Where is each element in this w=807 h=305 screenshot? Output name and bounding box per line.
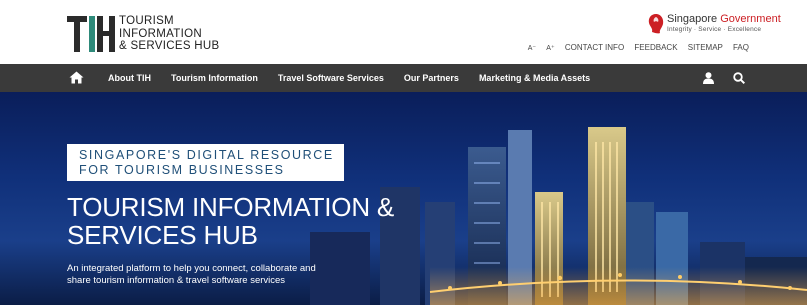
main-nav: About TIH Tourism Information Travel Sof…: [0, 64, 807, 92]
logo-line-3: & SERVICES HUB: [119, 40, 220, 52]
hero-description-line-1: An integrated platform to help you conne…: [67, 263, 316, 274]
font-size-decrease-button[interactable]: A⁻: [528, 45, 536, 52]
gov-text: Singapore Government Integrity · Service…: [667, 13, 781, 34]
nav-item-tourism-information[interactable]: Tourism Information: [161, 64, 268, 92]
home-icon[interactable]: [69, 71, 84, 84]
feedback-link[interactable]: FEEDBACK: [634, 43, 677, 52]
nav-item-marketing-media-assets[interactable]: Marketing & Media Assets: [469, 64, 600, 92]
logo-line-1: TOURISM: [119, 15, 174, 27]
faq-link[interactable]: FAQ: [733, 43, 749, 52]
gov-title: Singapore Government: [667, 13, 781, 25]
font-size-increase-button[interactable]: A⁺: [546, 45, 554, 52]
nav-item-about-tih[interactable]: About TIH: [98, 64, 161, 92]
hero-badge: SINGAPORE'S DIGITAL RESOURCE FOR TOURISM…: [67, 144, 344, 181]
hero-badge-line-1: SINGAPORE'S DIGITAL RESOURCE: [79, 148, 334, 162]
page: TOURISM INFORMATION & SERVICES HUB Singa…: [0, 0, 807, 305]
sitemap-link[interactable]: SITEMAP: [688, 43, 723, 52]
user-icon[interactable]: [703, 72, 714, 84]
gov-subtitle: Integrity · Service · Excellence: [667, 26, 762, 33]
singapore-government-brand[interactable]: Singapore Government Integrity · Service…: [647, 13, 781, 37]
gov-title-singapore: Singapore: [667, 13, 718, 25]
contact-info-link[interactable]: CONTACT INFO: [565, 43, 624, 52]
hero-title-line-1: TOURISM INFORMATION &: [67, 192, 395, 222]
hero-banner: SINGAPORE'S DIGITAL RESOURCE FOR TOURISM…: [0, 92, 807, 305]
nav-item-travel-software-services[interactable]: Travel Software Services: [268, 64, 394, 92]
hero-description: An integrated platform to help you conne…: [67, 263, 316, 287]
gov-title-government: Government: [720, 13, 781, 25]
hero-title: TOURISM INFORMATION & SERVICES HUB: [67, 193, 394, 249]
tih-logo-mark: [67, 16, 115, 52]
hero-description-line-2: share tourism information & travel softw…: [67, 275, 286, 286]
singapore-lion-icon: [648, 14, 664, 34]
tih-logo[interactable]: TOURISM INFORMATION & SERVICES HUB: [67, 14, 220, 54]
utility-links: A⁻ A⁺ CONTACT INFO FEEDBACK SITEMAP FAQ: [520, 43, 749, 52]
top-header: TOURISM INFORMATION & SERVICES HUB Singa…: [0, 0, 807, 64]
tih-logo-text: TOURISM INFORMATION & SERVICES HUB: [119, 15, 220, 53]
hero-title-line-2: SERVICES HUB: [67, 220, 258, 250]
hero-badge-line-2: FOR TOURISM BUSINESSES: [79, 163, 285, 177]
search-icon[interactable]: [733, 72, 745, 84]
nav-items: About TIH Tourism Information Travel Sof…: [98, 64, 600, 92]
logo-line-2: INFORMATION: [119, 27, 202, 40]
nav-item-our-partners[interactable]: Our Partners: [394, 64, 469, 92]
